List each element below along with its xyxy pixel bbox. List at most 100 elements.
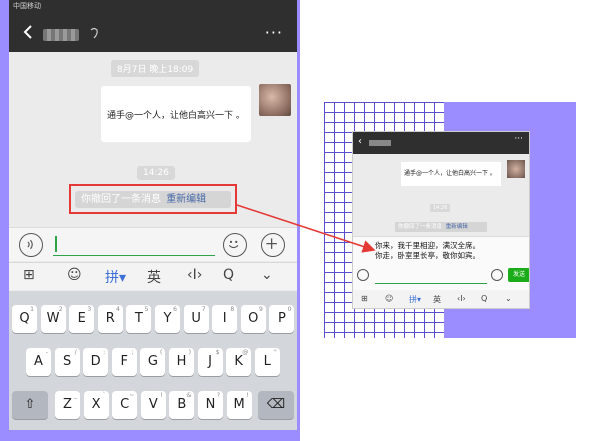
- pinyin-button[interactable]: 拼▾: [409, 294, 421, 305]
- key-secondary-label: /: [74, 349, 77, 356]
- key-secondary-label: !: [160, 392, 163, 399]
- recall-notice: 你撤回了一条消息 重新编辑: [395, 222, 487, 232]
- search-icon[interactable]: Q: [223, 267, 234, 283]
- reedit-link[interactable]: 重新编辑: [166, 194, 206, 205]
- key-n[interactable]: N?: [198, 391, 223, 419]
- avatar[interactable]: [259, 84, 291, 116]
- back-icon[interactable]: ‹: [358, 136, 362, 147]
- key-secondary-label: ;: [131, 349, 134, 356]
- timestamp: 14:26: [430, 204, 451, 212]
- keyboard: ⇧ ⌫ Q 1 W 2 E 3 R 4 T 5 Y 6 U 7 I 8 O 9 P 0 A - S / D: F; G(H) J $ K @…: [9, 291, 297, 430]
- chat-title-bar: ···: [9, 12, 297, 52]
- message-bubble[interactable]: 通手@一个人，让他白高兴一下 。: [401, 162, 501, 186]
- smile-icon[interactable]: ☺: [385, 294, 393, 303]
- english-button[interactable]: 英: [147, 267, 161, 287]
- key-secondary-label: 7: [201, 306, 206, 313]
- key-secondary-label: -: [45, 349, 48, 356]
- key-p[interactable]: P0: [269, 305, 295, 333]
- recall-highlight-box: 你撤回了一条消息 重新编辑: [69, 184, 237, 214]
- recall-notice: 你撤回了一条消息 重新编辑: [75, 191, 231, 208]
- grid-icon[interactable]: ⊞: [23, 267, 35, 283]
- english-button[interactable]: 英: [433, 294, 441, 305]
- emoji-icon[interactable]: [491, 269, 503, 281]
- phone-screen-left: 中国移动 ··· 8月7日 晚上18:09 通手@一个人，让他白高兴一下 。 1…: [9, 0, 297, 430]
- key-d[interactable]: D:: [83, 348, 109, 376]
- cursor-icon[interactable]: ‹I›: [187, 267, 202, 283]
- search-icon[interactable]: Q: [481, 294, 487, 303]
- contact-name-blurred: [369, 140, 391, 146]
- key-c[interactable]: C ~: [112, 391, 138, 419]
- timestamp: 8月7日 晚上18:09: [111, 60, 200, 77]
- key-secondary-label: !: [246, 392, 249, 399]
- key-x[interactable]: X `: [83, 391, 109, 419]
- key-secondary-label: 4: [115, 306, 120, 313]
- avatar[interactable]: [507, 160, 525, 178]
- shift-key[interactable]: ⇧: [12, 391, 48, 419]
- key-a[interactable]: A-: [26, 348, 51, 376]
- key-secondary-label: ": [274, 349, 277, 356]
- recall-text: 你撤回了一条消息: [398, 224, 443, 230]
- key-y[interactable]: Y6: [155, 305, 180, 333]
- phone-screen-right: ‹ ··· 通手@一个人，让他白高兴一下 。 14:26 你撤回了一条消息 重新…: [352, 131, 530, 309]
- timestamp: 14:26: [137, 166, 175, 180]
- key-secondary-label: @: [242, 349, 249, 356]
- back-icon[interactable]: [21, 24, 35, 40]
- keyboard-toolbar: ⊞ ☺ 拼▾ 英 ‹I› Q ⌄: [9, 262, 297, 290]
- key-secondary-label: _: [74, 392, 77, 399]
- input-bar: [9, 227, 297, 261]
- hide-keyboard-icon[interactable]: ⌄: [261, 267, 273, 283]
- smile-icon[interactable]: ☺: [67, 267, 82, 283]
- voice-icon[interactable]: [19, 233, 43, 257]
- message-bubble[interactable]: 通手@一个人，让他白高兴一下 。: [101, 86, 251, 142]
- pinyin-button[interactable]: 拼▾: [105, 267, 126, 287]
- voice-icon[interactable]: [357, 269, 369, 281]
- plus-icon[interactable]: [261, 233, 285, 257]
- key-e[interactable]: E3: [69, 305, 95, 333]
- key-q[interactable]: Q1: [12, 305, 37, 333]
- key-j[interactable]: J $: [197, 348, 223, 376]
- more-icon[interactable]: ···: [265, 25, 283, 41]
- key-f[interactable]: F;: [111, 348, 137, 376]
- emoji-icon[interactable]: [223, 233, 247, 257]
- key-t[interactable]: T5: [126, 305, 152, 333]
- reedit-link[interactable]: 重新编辑: [446, 224, 468, 230]
- key-secondary-label: $: [215, 349, 220, 356]
- mute-icon: [90, 27, 98, 39]
- text-caret: [55, 236, 57, 252]
- key-secondary-label: 8: [230, 306, 235, 313]
- key-secondary-label: 5: [144, 306, 149, 313]
- key-m[interactable]: M!: [226, 391, 252, 419]
- key-v[interactable]: V!: [140, 391, 166, 419]
- grid-icon[interactable]: ⊞: [361, 294, 368, 303]
- key-secondary-label: `: [102, 392, 106, 399]
- key-u[interactable]: U7: [183, 305, 209, 333]
- contact-name-blurred: [43, 29, 79, 41]
- key-h[interactable]: H): [169, 348, 194, 376]
- mini-input-bar: 你来，我千里相迎，满汉全席。你走，卧室里长亭，敬你如宾。 发送: [353, 236, 529, 290]
- key-k[interactable]: K @: [226, 348, 252, 376]
- hide-keyboard-icon[interactable]: ⌄: [505, 294, 512, 303]
- input-underline: [375, 283, 487, 284]
- key-i[interactable]: I8: [212, 305, 238, 333]
- more-icon[interactable]: ···: [514, 134, 523, 144]
- send-button[interactable]: 发送: [508, 268, 529, 282]
- key-w[interactable]: W2: [40, 305, 66, 333]
- cursor-icon[interactable]: ‹I›: [457, 294, 466, 303]
- message-input[interactable]: [53, 232, 215, 256]
- key-b[interactable]: B &: [169, 391, 195, 419]
- key-secondary-label: 1: [30, 306, 34, 313]
- key-g[interactable]: G(: [140, 348, 166, 376]
- recall-text: 你撤回了一条消息: [81, 194, 161, 205]
- mini-title-bar: ‹ ···: [353, 132, 529, 154]
- mini-keyboard-toolbar: ⊞ ☺ 拼▾ 英 ‹I› Q ⌄: [353, 290, 529, 308]
- chat-area: 8月7日 晚上18:09 通手@一个人，让他白高兴一下 。 14:26 你撤回了…: [9, 52, 297, 227]
- key-secondary-label: 6: [173, 306, 177, 313]
- backspace-key[interactable]: ⌫: [258, 391, 294, 419]
- key-s[interactable]: S /: [54, 348, 80, 376]
- message-input-text[interactable]: 你来，我千里相迎，满汉全席。你走，卧室里长亭，敬你如宾。: [375, 241, 487, 261]
- key-secondary-label: ): [188, 349, 191, 356]
- key-l[interactable]: L ": [254, 348, 280, 376]
- key-z[interactable]: Z _: [55, 391, 80, 419]
- key-r[interactable]: R4: [97, 305, 123, 333]
- key-o[interactable]: O9: [240, 305, 266, 333]
